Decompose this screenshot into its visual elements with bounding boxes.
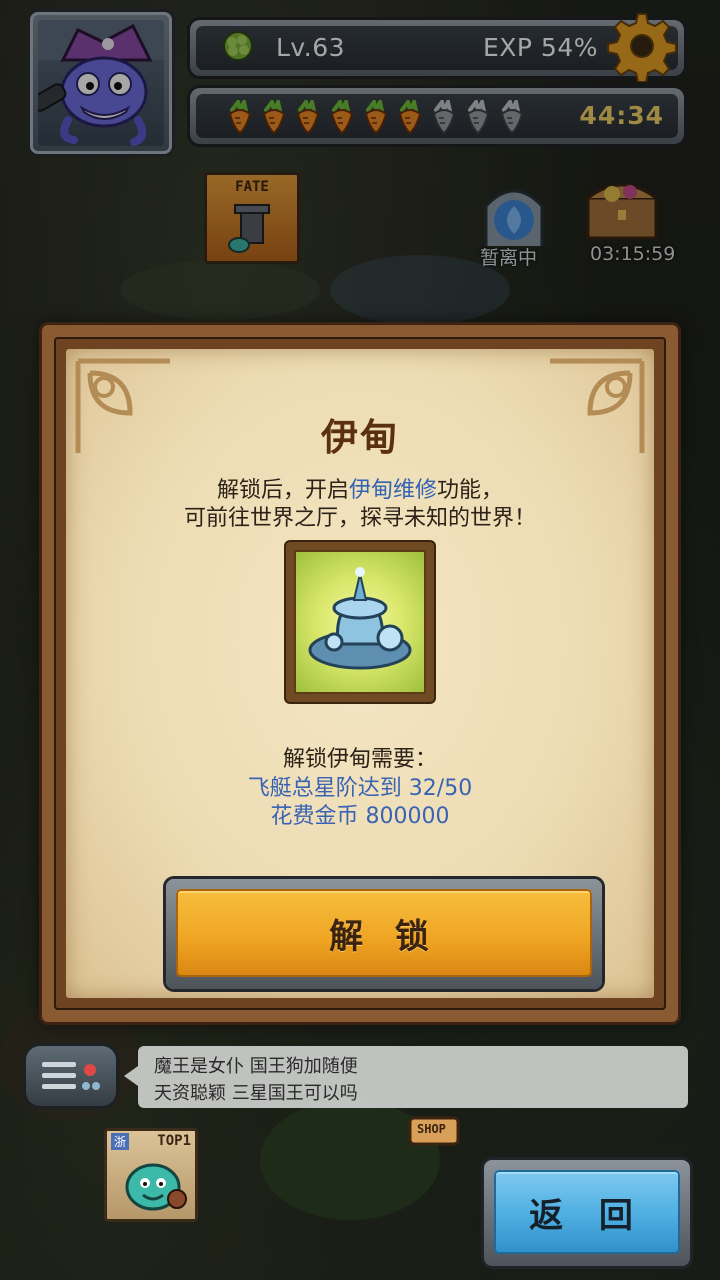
shop-label: SHOP	[417, 1122, 446, 1136]
description-prefix: 解锁后，开启	[216, 478, 349, 503]
dialog-parchment: 伊甸 解锁后，开启伊甸维修功能， 可前往世界之厅，探寻未知的世界！ 解锁伊甸需要…	[66, 349, 654, 998]
feature-highlight: 伊甸维修	[348, 478, 437, 503]
chat-message: 魔王是女仆 国王狗加随便	[154, 1056, 358, 1077]
chat-preview[interactable]: 魔王是女仆 国王狗加随便 天资聪颖 三星国王可以吗	[138, 1046, 688, 1108]
top-rank-badge[interactable]: 浙 TOP1	[104, 1128, 198, 1222]
feature-preview	[286, 542, 434, 702]
chat-bubble-tail	[124, 1066, 138, 1086]
unlock-button-label: 解 锁	[329, 916, 439, 957]
requirement-title: 解锁伊甸需要：	[282, 747, 437, 772]
chat-message: 天资聪颖 三星国王可以吗	[154, 1083, 358, 1104]
region-tag: 浙	[111, 1133, 130, 1150]
unlock-dialog: 伊甸 解锁后，开启伊甸维修功能， 可前往世界之厅，探寻未知的世界！ 解锁伊甸需要…	[42, 325, 678, 1022]
dialog-frame: 伊甸 解锁后，开启伊甸维修功能， 可前往世界之厅，探寻未知的世界！ 解锁伊甸需要…	[54, 337, 666, 1010]
description-line-2: 可前往世界之厅，探寻未知的世界！	[183, 506, 536, 531]
dialog-description: 解锁后，开启伊甸维修功能， 可前往世界之厅，探寻未知的世界！	[66, 477, 654, 533]
back-button-label: 返 回	[529, 1195, 645, 1236]
feature-preview-bg	[294, 550, 426, 694]
back-button[interactable]: 返 回	[484, 1160, 690, 1266]
chat-menu-icon	[42, 1062, 100, 1090]
dialog-title: 伊甸	[321, 416, 399, 459]
chat-button[interactable]	[26, 1046, 116, 1106]
description-suffix: 功能，	[437, 478, 504, 503]
top-rank-label: TOP1	[157, 1133, 191, 1149]
requirement-gold-cost: 花费金币 800000	[270, 804, 450, 829]
fish-mascot-icon	[125, 1163, 187, 1211]
eden-building-icon	[308, 567, 412, 670]
shop-building[interactable]: SHOP	[408, 1110, 460, 1150]
unlock-button[interactable]: 解 锁	[166, 879, 602, 989]
description-line-1: 解锁后，开启伊甸维修功能，	[66, 477, 654, 505]
